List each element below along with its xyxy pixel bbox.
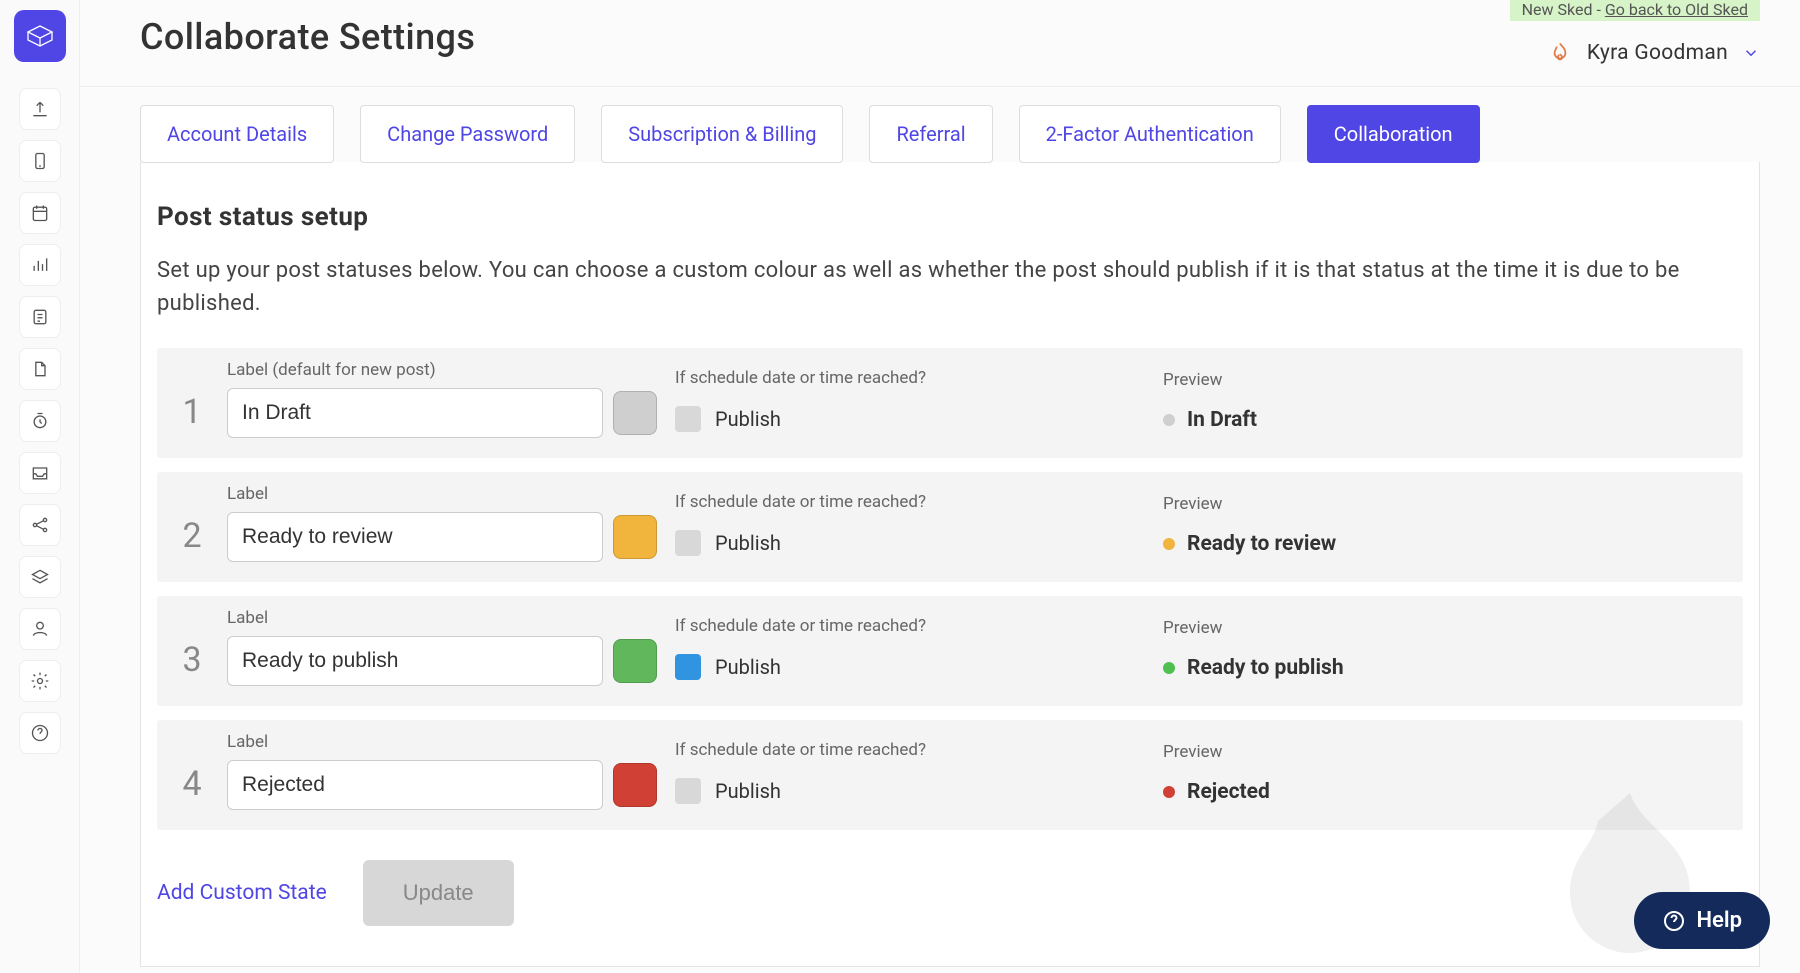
status-label-input[interactable]: [227, 388, 603, 438]
field-label: If schedule date or time reached?: [675, 368, 1145, 388]
status-row: 2 Label If schedule date or time reached? P…: [157, 472, 1743, 582]
field-label: Preview: [1163, 618, 1725, 638]
tab-change-password[interactable]: Change Password: [360, 105, 575, 163]
update-button[interactable]: Update: [363, 860, 514, 926]
publish-checkbox[interactable]: [675, 406, 701, 432]
banner-text: New Sked -: [1522, 0, 1605, 19]
status-label-input[interactable]: [227, 760, 603, 810]
banner-link[interactable]: Go back to Old Sked: [1605, 0, 1748, 19]
field-label: Preview: [1163, 742, 1725, 762]
add-custom-state-link[interactable]: Add Custom State: [157, 881, 327, 905]
document-icon[interactable]: [19, 348, 61, 390]
preview-text: Rejected: [1187, 780, 1270, 804]
field-label: Preview: [1163, 494, 1725, 514]
user-menu[interactable]: Kyra Goodman: [1547, 40, 1760, 66]
tab-subscription-billing[interactable]: Subscription & Billing: [601, 105, 843, 163]
color-swatch[interactable]: [613, 391, 657, 435]
page-title: Collaborate Settings: [140, 16, 475, 58]
section-description: Set up your post statuses below. You can…: [157, 254, 1743, 320]
phone-icon[interactable]: [19, 140, 61, 182]
user-name: Kyra Goodman: [1587, 41, 1728, 65]
row-number: 3: [175, 640, 209, 686]
preview-dot: [1163, 414, 1175, 426]
status-row: 4 Label If schedule date or time reached? P…: [157, 720, 1743, 830]
share-icon[interactable]: [19, 504, 61, 546]
field-label: Preview: [1163, 370, 1725, 390]
analytics-icon[interactable]: [19, 244, 61, 286]
status-label-input[interactable]: [227, 636, 603, 686]
field-label: If schedule date or time reached?: [675, 616, 1145, 636]
help-button[interactable]: Help: [1634, 892, 1770, 949]
preview-text: Ready to publish: [1187, 656, 1344, 680]
panel: Post status setup Set up your post statu…: [140, 162, 1760, 967]
tab-account-details[interactable]: Account Details: [140, 105, 334, 163]
publish-checkbox[interactable]: [675, 530, 701, 556]
tabs: Account Details Change Password Subscripti…: [140, 105, 1760, 163]
color-swatch[interactable]: [613, 639, 657, 683]
app-logo[interactable]: [14, 10, 66, 62]
upload-icon[interactable]: [19, 88, 61, 130]
publish-label: Publish: [715, 655, 781, 679]
banner: New Sked - Go back to Old Sked: [1510, 0, 1760, 21]
help-circle-icon: [1662, 909, 1686, 933]
settings-icon[interactable]: [19, 660, 61, 702]
preview-text: Ready to review: [1187, 532, 1336, 556]
preview-dot: [1163, 662, 1175, 674]
field-label: Label: [227, 484, 657, 504]
publish-checkbox[interactable]: [675, 654, 701, 680]
field-label: Label: [227, 608, 657, 628]
calendar-icon[interactable]: [19, 192, 61, 234]
preview-text: In Draft: [1187, 408, 1257, 432]
inbox-icon[interactable]: [19, 452, 61, 494]
help-label: Help: [1696, 908, 1742, 933]
reports-icon[interactable]: [19, 296, 61, 338]
publish-label: Publish: [715, 407, 781, 431]
status-row: 1 Label (default for new post) If schedule…: [157, 348, 1743, 458]
status-row: 3 Label If schedule date or time reached? P…: [157, 596, 1743, 706]
help-icon[interactable]: [19, 712, 61, 754]
section-title: Post status setup: [157, 202, 1743, 232]
tab-referral[interactable]: Referral: [869, 105, 992, 163]
field-label: If schedule date or time reached?: [675, 740, 1145, 760]
flame-icon: [1547, 40, 1573, 66]
sidebar: [0, 0, 80, 973]
status-label-input[interactable]: [227, 512, 603, 562]
color-swatch[interactable]: [613, 763, 657, 807]
publish-checkbox[interactable]: [675, 778, 701, 804]
publish-label: Publish: [715, 531, 781, 555]
row-number: 4: [175, 764, 209, 810]
row-number: 2: [175, 516, 209, 562]
color-swatch[interactable]: [613, 515, 657, 559]
field-label: Label: [227, 732, 657, 752]
tab-2-factor-authentication[interactable]: 2-Factor Authentication: [1019, 105, 1281, 163]
tab-collaboration[interactable]: Collaboration: [1307, 105, 1480, 163]
preview-dot: [1163, 786, 1175, 798]
clock-icon[interactable]: [19, 400, 61, 442]
preview-dot: [1163, 538, 1175, 550]
chevron-down-icon[interactable]: [1742, 44, 1760, 62]
field-label: If schedule date or time reached?: [675, 492, 1145, 512]
row-number: 1: [175, 392, 209, 438]
publish-label: Publish: [715, 779, 781, 803]
user-icon[interactable]: [19, 608, 61, 650]
field-label: Label (default for new post): [227, 360, 657, 380]
layers-icon[interactable]: [19, 556, 61, 598]
